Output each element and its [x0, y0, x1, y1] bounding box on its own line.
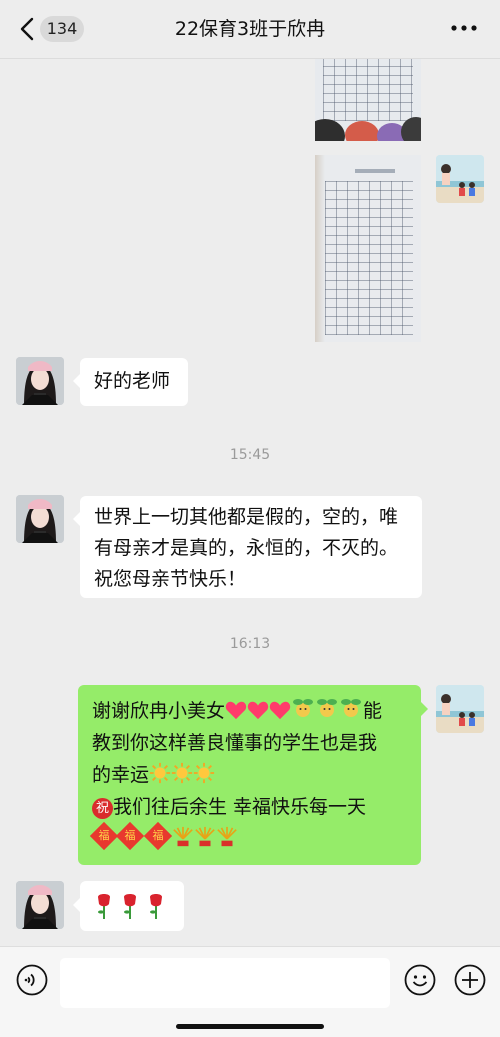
message-text: 的幸运 [92, 764, 150, 786]
message-line-4: 祝我们往后余生 幸福快乐每一天 [92, 791, 407, 823]
input-toolbar [0, 946, 500, 1037]
firework-emoji [217, 826, 237, 847]
patterned-cloth [315, 119, 345, 141]
contact-avatar[interactable] [16, 357, 64, 405]
bubble-tail [73, 512, 80, 526]
message-bubble-4[interactable] [80, 881, 184, 931]
grade-sheet-grid [323, 59, 413, 121]
heart-emoji [225, 701, 247, 720]
page-shadow [315, 155, 325, 342]
my-avatar[interactable] [436, 155, 484, 203]
timestamp: 16:13 [229, 636, 271, 652]
sun-emoji [149, 762, 171, 784]
beach-photo-avatar [436, 155, 484, 203]
sprout-emoji [317, 699, 338, 717]
girl-avatar [16, 495, 64, 543]
sprout-emoji [293, 699, 314, 717]
sheet-heading [355, 169, 395, 173]
contact-avatar[interactable] [16, 881, 64, 929]
bubble-tail [421, 702, 428, 716]
bubble-tail [73, 898, 80, 912]
girl-avatar [16, 357, 64, 405]
message-line: 世界上一切其他都是假的，空的，唯 [94, 506, 399, 528]
message-line-1: 谢谢欣冉小美女 能 [92, 695, 407, 727]
image-message-1[interactable] [315, 59, 421, 141]
image-message-2[interactable] [315, 155, 421, 342]
message-bubble-1[interactable]: 好的老师 [80, 358, 188, 406]
message-text: 谢谢欣冉小美女 [92, 700, 226, 722]
firework-emoji [173, 826, 193, 847]
chat-title: 22保育3班于欣冉 [174, 18, 326, 40]
voice-icon[interactable] [16, 964, 48, 996]
heart-emoji [269, 701, 291, 720]
message-text: 能 [363, 700, 383, 722]
chat-header: 134 22保育3班于欣冉 [0, 0, 500, 59]
sun-emoji [171, 762, 193, 784]
home-indicator[interactable] [176, 1024, 324, 1029]
patterned-cloth-2 [345, 121, 379, 141]
fu-charm-emoji: 福 [89, 821, 119, 851]
girl-avatar [16, 881, 64, 929]
timestamp: 15:45 [229, 447, 271, 463]
rose-emoji [98, 894, 162, 919]
message-line-2: 教到你这样善良懂事的学生也是我 [92, 732, 378, 754]
message-input[interactable] [60, 958, 390, 1008]
message-line-5: 福福福 [89, 821, 407, 855]
contact-avatar[interactable] [16, 495, 64, 543]
fu-text: 福 [98, 829, 110, 842]
grade-sheet-grid [325, 181, 413, 335]
message-line-3: 的幸运 [92, 759, 407, 791]
beach-photo-avatar [436, 685, 484, 733]
my-avatar[interactable] [436, 685, 484, 733]
message-bubble-2[interactable]: 世界上一切其他都是假的，空的，唯 有母亲才是真的，永恒的，不灭的。 祝您母亲节快… [80, 496, 422, 598]
heart-emoji [247, 701, 269, 720]
message-bubble-3[interactable]: 谢谢欣冉小美女 能 教到你这样善良懂事的学生也是我 的幸运 祝我们往后余生 幸福快… [78, 685, 421, 865]
sun-emoji [193, 762, 215, 784]
fu-text: 福 [124, 829, 136, 842]
firework-emoji [195, 826, 215, 847]
message-text: 好的老师 [94, 370, 171, 392]
plus-icon[interactable] [454, 964, 486, 996]
fu-charm-emoji: 福 [115, 821, 145, 851]
message-line: 有母亲才是真的，永恒的，不灭的。 [94, 537, 399, 559]
more-dots-icon[interactable] [450, 24, 478, 32]
sprout-emoji [341, 699, 362, 717]
emoji-face-icon[interactable] [404, 964, 436, 996]
blessing-badge-icon: 祝 [92, 798, 113, 819]
fu-text: 福 [152, 829, 164, 842]
bubble-tail [73, 374, 80, 388]
fu-charm-emoji: 福 [143, 821, 173, 851]
message-line: 祝您母亲节快乐！ [94, 568, 247, 590]
message-text: 我们往后余生 幸福快乐每一天 [113, 796, 367, 818]
